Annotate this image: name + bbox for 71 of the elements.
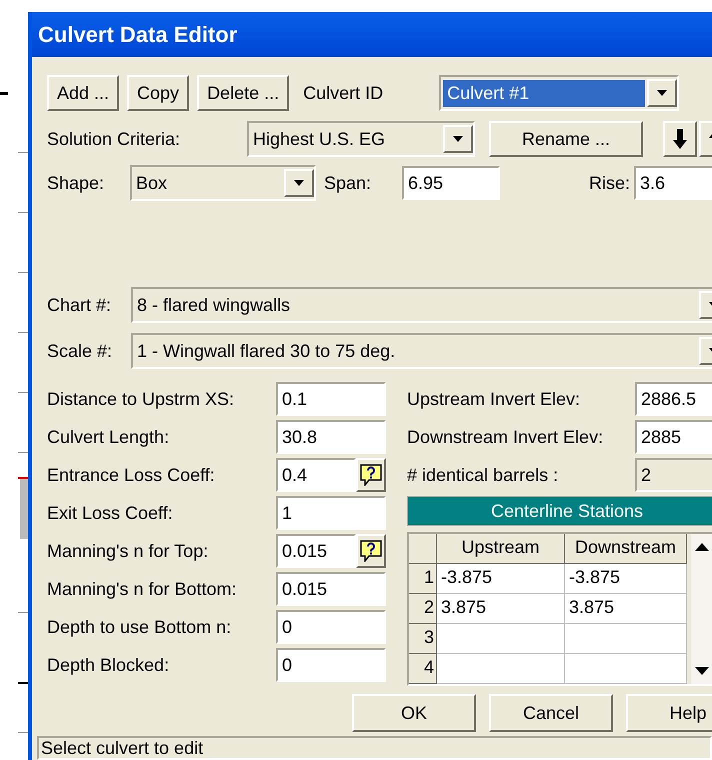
input-field[interactable]: 2886.5 (635, 382, 712, 416)
scroll-down-icon (695, 666, 709, 676)
solution-criteria-dropdown[interactable]: Highest U.S. EG (247, 121, 475, 157)
scroll-up-icon (695, 542, 709, 552)
table-cell[interactable]: -3.875 (437, 564, 565, 594)
row-number: 3 (409, 624, 437, 654)
table-cell[interactable] (437, 654, 565, 684)
grid-title: Centerline Stations (490, 500, 644, 522)
dropdown-arrow-icon (452, 135, 464, 143)
window-title: Culvert Data Editor (38, 21, 238, 49)
dialog-button[interactable]: OK (352, 694, 476, 732)
field-label: Solution Criteria: (47, 128, 182, 150)
field-label: Entrance Loss Coeff: (47, 464, 216, 486)
field-label: Distance to Upstrm XS: (47, 388, 236, 411)
span-field[interactable]: 6.95 (402, 166, 500, 200)
input-field[interactable]: 0.1 (276, 382, 386, 416)
table-cell[interactable] (565, 624, 687, 654)
table-cell[interactable]: 3.875 (565, 594, 687, 624)
field-label: Culvert Length: (47, 426, 170, 449)
table-cell[interactable]: 3.875 (437, 594, 565, 624)
rise-field[interactable]: 3.6 (634, 166, 712, 200)
field-label: Manning's n for Top: (47, 540, 210, 563)
status-text: Select culvert to edit (41, 736, 204, 760)
dropdown-arrow-icon (656, 89, 668, 97)
input-field[interactable]: 1 (276, 496, 386, 530)
down-arrow-icon (673, 129, 687, 149)
field-label: Upstream Invert Elev: (407, 388, 582, 411)
field-label: Depth to use Bottom n: (47, 616, 232, 639)
dropdown-arrow-icon (293, 179, 305, 187)
toolbar-button[interactable]: Copy (127, 75, 190, 111)
help-button[interactable] (356, 534, 386, 568)
dialog-button[interactable]: Help (626, 694, 712, 732)
culvert-id-dropdown[interactable]: Culvert #1 (439, 75, 680, 111)
help-icon (360, 540, 382, 562)
field-label: # identical barrels : (407, 464, 560, 486)
table-cell[interactable] (437, 624, 565, 654)
input-field[interactable]: 0.4 (276, 458, 356, 492)
help-icon (360, 464, 382, 486)
scrollbar[interactable] (691, 534, 712, 684)
chart-dropdown[interactable]: 8 - flared wingwalls (131, 287, 712, 323)
rename-button[interactable]: Rename ... (489, 121, 643, 157)
column-header: Upstream (437, 534, 565, 564)
field-label: Exit Loss Coeff: (47, 502, 174, 524)
field-label: Span: (324, 172, 372, 195)
input-field[interactable]: 2885 (635, 420, 712, 454)
move-down-button[interactable] (663, 121, 697, 157)
field-label: Manning's n for Bottom: (47, 578, 238, 601)
row-number: 4 (409, 654, 437, 684)
field-label: Shape: (47, 172, 106, 195)
input-field[interactable]: 0 (276, 610, 386, 644)
toolbar-button[interactable]: Add ... (47, 75, 120, 111)
dialog-button[interactable]: Cancel (489, 694, 613, 732)
field-label: Depth Blocked: (47, 654, 170, 677)
toolbar-button[interactable]: Delete ... (197, 75, 290, 111)
scale-dropdown[interactable]: 1 - Wingwall flared 30 to 75 deg. (131, 333, 712, 369)
field-label: Culvert ID (303, 82, 384, 104)
shape-dropdown[interactable]: Box (130, 165, 316, 201)
field-label: Downstream Invert Elev: (407, 426, 604, 448)
input-field[interactable]: 0.015 (276, 572, 386, 606)
row-number: 2 (409, 594, 437, 624)
input-field[interactable]: 0.015 (276, 534, 356, 568)
table-cell[interactable] (565, 654, 687, 684)
field-label: Chart #: (47, 294, 112, 316)
row-number: 1 (409, 564, 437, 594)
column-header: Downstream (565, 534, 687, 564)
field-label: Rise: (588, 172, 630, 194)
help-button[interactable] (356, 458, 386, 492)
input-field[interactable]: 0 (276, 648, 386, 682)
field-label: Scale #: (47, 340, 114, 362)
input-field[interactable]: 30.8 (276, 420, 386, 454)
table-cell[interactable]: -3.875 (565, 564, 687, 594)
